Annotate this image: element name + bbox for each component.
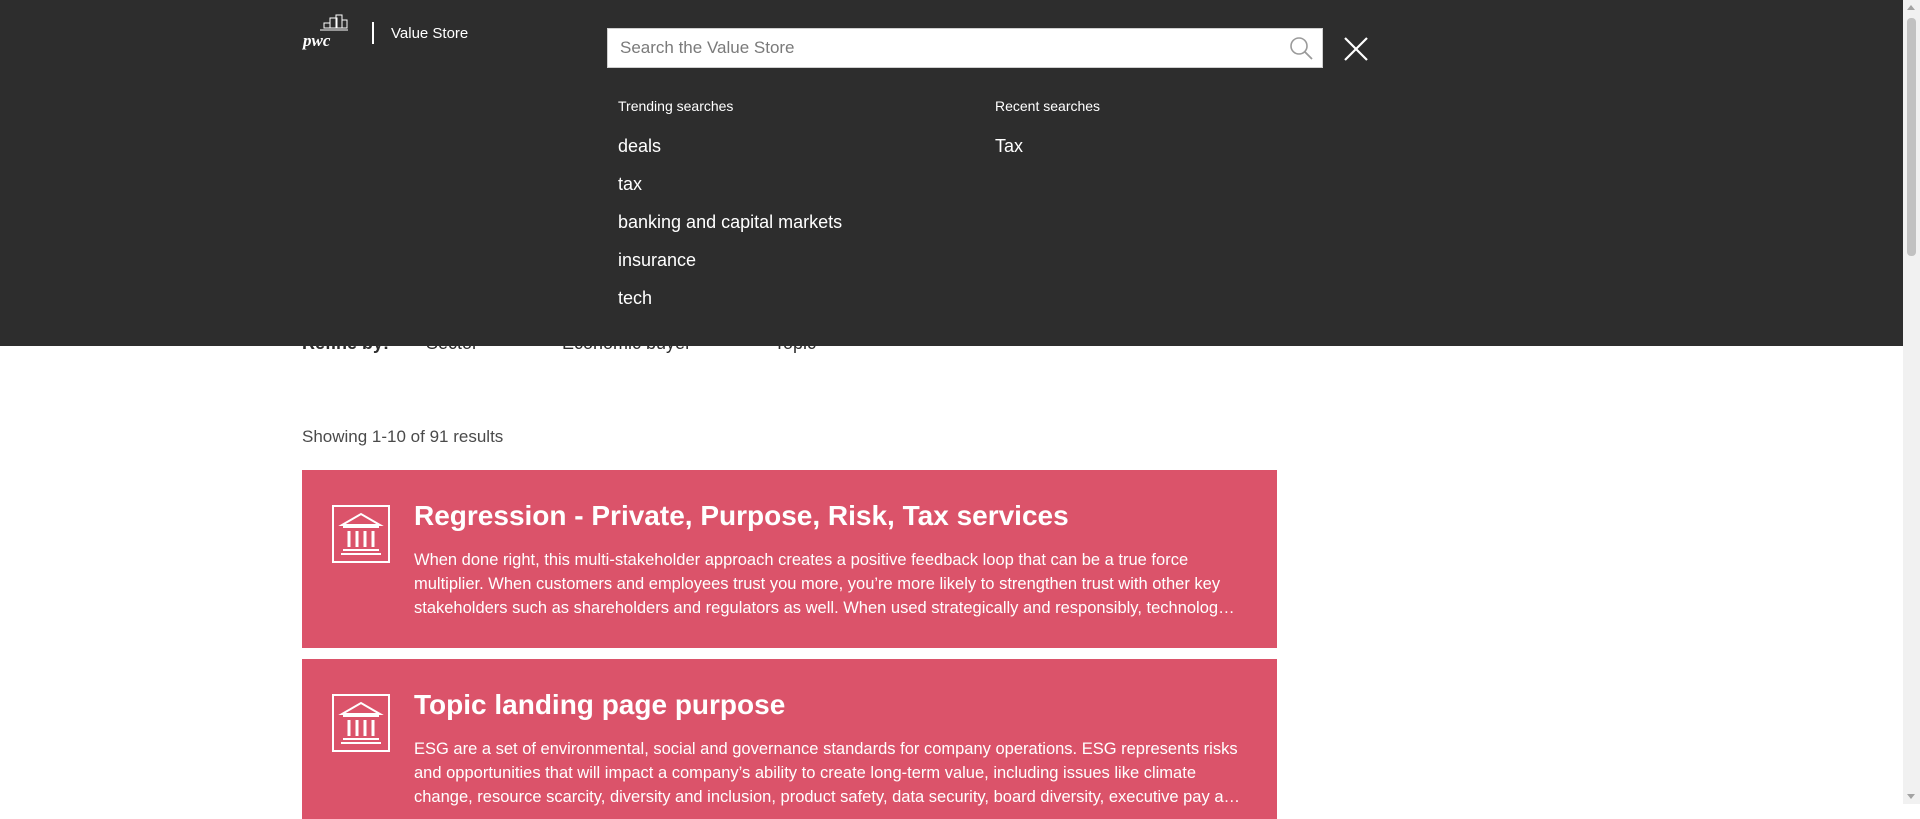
trending-item[interactable]: banking and capital markets [618, 212, 842, 233]
logo-text: pwc [302, 31, 331, 50]
search-icon[interactable] [1288, 35, 1314, 61]
card-description: ESG are a set of environmental, social a… [414, 740, 1242, 806]
search-overlay: pwc Value Store Trending searches deals … [0, 0, 1903, 346]
trending-item[interactable]: tech [618, 288, 652, 309]
results-count: Showing 1-10 of 91 results [302, 427, 504, 446]
recent-item[interactable]: Tax [995, 136, 1023, 157]
scrollbar[interactable] [1903, 0, 1920, 804]
search-input[interactable] [608, 29, 1292, 67]
scroll-up-icon[interactable] [1907, 5, 1915, 10]
trending-item[interactable]: deals [618, 136, 661, 157]
institution-icon [332, 694, 390, 752]
search-box [607, 28, 1323, 68]
card-title[interactable]: Topic landing page purpose [414, 689, 785, 721]
brand-name[interactable]: Value Store [391, 25, 468, 42]
trending-item[interactable]: tax [618, 174, 642, 195]
pwc-logo[interactable]: pwc [302, 14, 352, 54]
scroll-down-icon[interactable] [1907, 794, 1915, 799]
trending-heading: Trending searches [618, 98, 734, 114]
institution-icon [332, 505, 390, 563]
trending-item[interactable]: insurance [618, 250, 696, 271]
close-icon[interactable] [1342, 35, 1370, 63]
logo-divider [372, 22, 374, 44]
scroll-thumb[interactable] [1907, 18, 1916, 256]
card-description: When done right, this multi-stakeholder … [414, 551, 1227, 617]
card-title[interactable]: Regression - Private, Purpose, Risk, Tax… [414, 500, 1069, 532]
result-card[interactable]: Regression - Private, Purpose, Risk, Tax… [302, 470, 1277, 648]
result-card[interactable]: Topic landing page purpose ESG are a set… [302, 659, 1277, 819]
recent-heading: Recent searches [995, 98, 1101, 114]
